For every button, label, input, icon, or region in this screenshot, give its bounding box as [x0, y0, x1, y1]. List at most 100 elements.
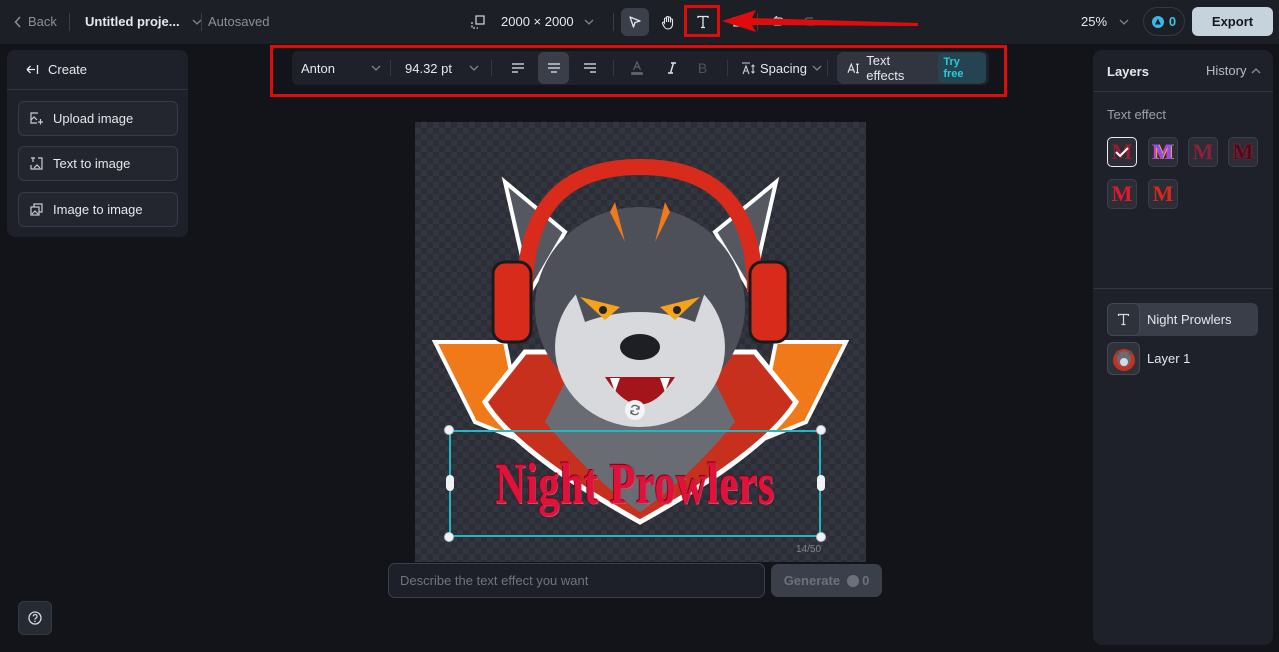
resize-canvas-button[interactable]: [464, 8, 492, 36]
pointer-icon: [629, 16, 641, 28]
spacing-dropdown[interactable]: Spacing: [741, 51, 822, 85]
effect-swatch-3[interactable]: M: [1188, 137, 1218, 167]
create-panel: Create Upload image Text to image Image …: [7, 50, 188, 237]
export-button[interactable]: Export: [1192, 7, 1273, 36]
align-right-button[interactable]: [574, 52, 605, 84]
chevron-left-icon: [14, 15, 21, 28]
ai-text-icon: [847, 62, 859, 74]
bold-icon: B: [697, 60, 708, 76]
bold-button[interactable]: B: [687, 52, 718, 84]
rotate-handle[interactable]: [625, 400, 645, 420]
upload-image-button[interactable]: Upload image: [18, 101, 178, 136]
upload-image-label: Upload image: [53, 111, 134, 126]
font-size-value: 94.32 pt: [405, 60, 452, 76]
autosave-status: Autosaved: [208, 14, 270, 29]
effect-swatch-4[interactable]: M: [1228, 137, 1258, 167]
text-effects-button[interactable]: Text effects Try free: [837, 52, 986, 84]
project-name-dropdown[interactable]: Untitled proje...: [85, 14, 202, 29]
resize-handle-left[interactable]: [446, 475, 454, 491]
generate-label: Generate: [783, 573, 841, 588]
divider: [727, 60, 728, 76]
spacing-icon: [742, 61, 755, 74]
layer-name: Layer 1: [1147, 351, 1191, 366]
credits-badge[interactable]: 0: [1143, 7, 1185, 36]
font-family-dropdown[interactable]: Anton: [301, 51, 381, 85]
spacing-label: Spacing: [760, 60, 807, 76]
tab-layers[interactable]: Layers: [1107, 64, 1149, 79]
divider: [69, 13, 70, 31]
text-effects-label: Text effects: [866, 53, 905, 83]
chevron-down-icon: [584, 19, 594, 25]
top-bar: Back Untitled proje... Autosaved 2000 × …: [0, 0, 1279, 44]
effect-swatch-1[interactable]: M: [1107, 137, 1137, 167]
layer-item-layer-1[interactable]: Layer 1: [1107, 342, 1258, 375]
canvas-size-dropdown[interactable]: 2000 × 2000: [501, 14, 594, 29]
resize-handle-bottom-right[interactable]: [816, 532, 826, 542]
divider: [491, 60, 492, 76]
layer-thumbnail: [1107, 303, 1140, 336]
italic-icon: [667, 62, 676, 74]
image-to-image-icon: [30, 203, 43, 216]
layer-item-night-prowlers[interactable]: Night Prowlers: [1107, 303, 1258, 336]
resize-handle-right[interactable]: [817, 475, 825, 491]
divider: [1093, 288, 1273, 289]
text-color-button[interactable]: [621, 52, 652, 84]
text-to-image-icon: [30, 157, 43, 170]
align-left-icon: [511, 63, 524, 73]
text-layer-icon: [1117, 313, 1130, 326]
collapse-left-icon: [26, 65, 39, 74]
zoom-dropdown[interactable]: 25%: [1081, 14, 1129, 29]
effect-swatch-5[interactable]: M: [1107, 179, 1137, 209]
resize-handle-bottom-left[interactable]: [444, 532, 454, 542]
resize-handle-top-right[interactable]: [816, 425, 826, 435]
help-button[interactable]: [18, 601, 52, 635]
text-effect-label: Text effect: [1107, 107, 1167, 122]
back-button[interactable]: Back: [14, 14, 57, 29]
annotation-arrow: [722, 10, 918, 32]
text-to-image-button[interactable]: Text to image: [18, 146, 178, 181]
chevron-down-icon: [1119, 19, 1129, 25]
chevron-down-icon: [812, 65, 822, 71]
divider: [827, 60, 828, 76]
text-formatting-toolbar: Anton 94.32 pt B Spacing Text effects Tr…: [292, 51, 989, 85]
rotate-icon: [630, 404, 640, 416]
hand-icon: [661, 15, 674, 30]
image-to-image-label: Image to image: [53, 202, 143, 217]
align-center-button[interactable]: [538, 52, 569, 84]
layers-panel: Layers History Text effect M M M M M M N…: [1093, 50, 1273, 645]
project-name: Untitled proje...: [85, 14, 180, 29]
layer-name: Night Prowlers: [1147, 312, 1232, 327]
credit-count: 0: [1168, 14, 1177, 29]
canvas-size: 2000 × 2000: [501, 14, 574, 29]
image-to-image-button[interactable]: Image to image: [18, 192, 178, 227]
back-label: Back: [28, 14, 57, 29]
divider: [201, 13, 202, 31]
chevron-up-icon: [1251, 67, 1261, 73]
font-size-dropdown[interactable]: 94.32 pt: [405, 51, 479, 85]
align-left-button[interactable]: [502, 52, 533, 84]
resize-handle-top-left[interactable]: [444, 425, 454, 435]
text-effect-prompt-input[interactable]: [388, 563, 765, 598]
divider: [613, 60, 614, 76]
chevron-down-icon: [371, 65, 381, 71]
create-title: Create: [48, 62, 88, 77]
align-right-icon: [583, 63, 596, 73]
history-label: History: [1206, 63, 1247, 78]
select-tool-button[interactable]: [621, 8, 649, 36]
layers-panel-header: Layers History: [1093, 50, 1273, 92]
generate-button[interactable]: Generate 0: [771, 564, 882, 597]
create-panel-header[interactable]: Create: [7, 50, 188, 90]
text-to-image-label: Text to image: [53, 156, 131, 171]
annotation-highlight-box: [684, 5, 720, 37]
effect-swatch-6[interactable]: M: [1148, 179, 1178, 209]
effect-swatch-2[interactable]: M: [1148, 137, 1178, 167]
font-family-value: Anton: [301, 60, 335, 76]
character-counter: 14/50: [796, 544, 822, 555]
italic-button[interactable]: [656, 52, 687, 84]
wolf-thumbnail-icon: [1112, 348, 1135, 371]
text-selection-box[interactable]: [449, 430, 821, 537]
layer-thumbnail: [1107, 342, 1140, 375]
checkmark-icon: [1115, 147, 1129, 157]
tab-history[interactable]: History: [1206, 63, 1261, 78]
hand-tool-button[interactable]: [654, 8, 682, 36]
